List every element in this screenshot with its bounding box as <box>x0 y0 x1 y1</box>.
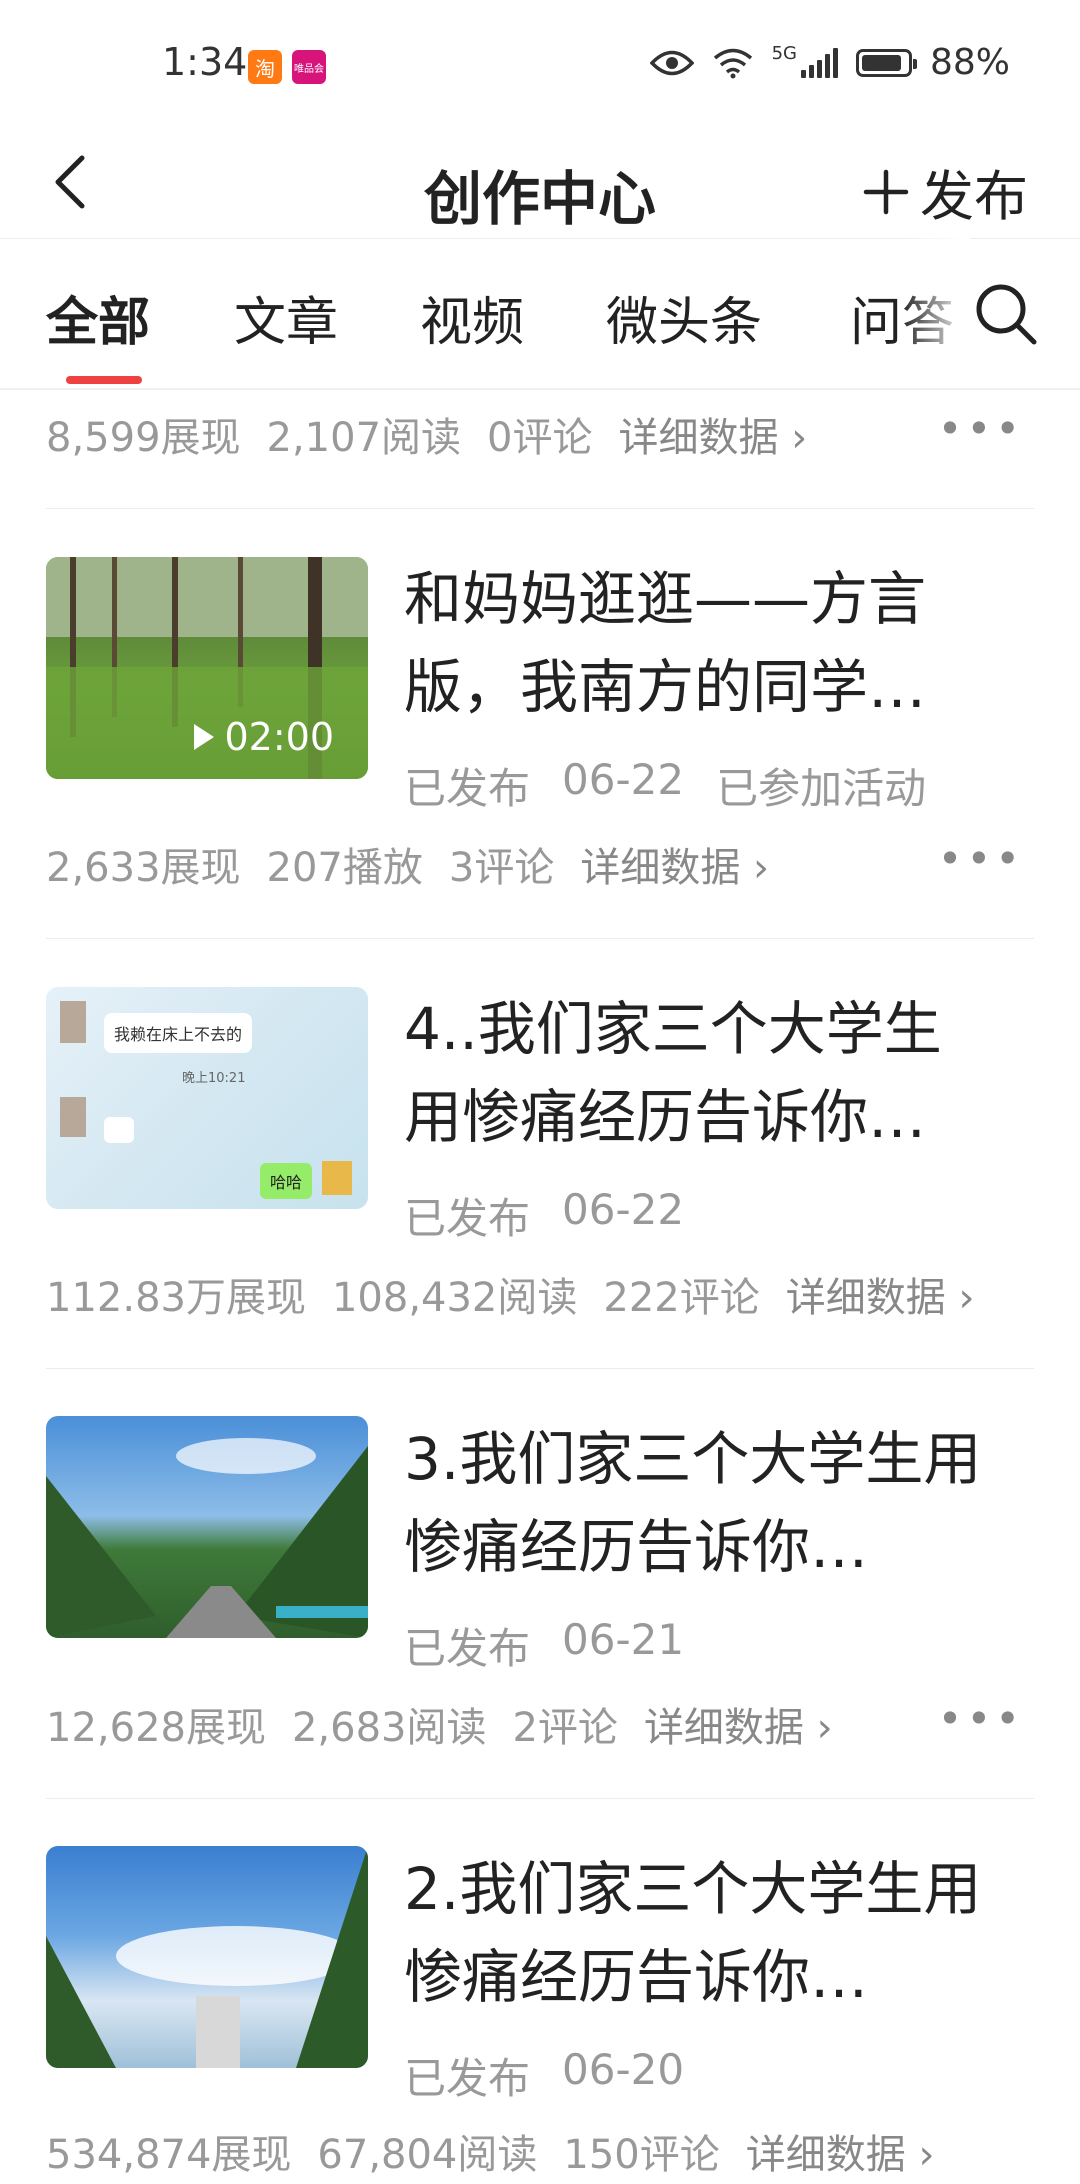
publish-date: 06-21 <box>562 1615 685 1664</box>
reads: 2,683阅读 <box>291 1705 487 1751</box>
detail-data-link[interactable]: 详细数据 › <box>746 2122 935 2180</box>
item-title[interactable]: 4..我们家三个大学生 用惨痛经历告诉你… <box>404 985 1044 1161</box>
chat-reply: 哈哈 <box>260 1163 313 1199</box>
item-stats: 2,633展现 207播放 3评论 详细数据 › <box>46 835 769 893</box>
emoji-bubble <box>104 1117 134 1143</box>
divider <box>46 938 1034 939</box>
eye-icon <box>649 50 694 75</box>
divider <box>46 1368 1034 1369</box>
sky-image <box>46 1846 368 2068</box>
article-thumbnail[interactable] <box>46 1846 368 2068</box>
vip-badge-icon: 唯品会 <box>292 50 326 84</box>
more-icon[interactable]: ••• <box>938 404 1024 453</box>
avatar <box>322 1161 352 1195</box>
chat-time: 晚上10:21 <box>182 1071 246 1086</box>
comments: 150评论 <box>563 2132 720 2178</box>
publish-date: 06-20 <box>562 2045 685 2094</box>
comments: 0评论 <box>487 415 593 461</box>
item-meta: 已发布 06-22 已参加活动 <box>404 755 926 816</box>
publish-status: 已发布 <box>404 764 531 813</box>
chat-bubble: 我赖在床上不去的 <box>104 1013 253 1053</box>
reads: 67,804阅读 <box>317 2132 538 2178</box>
status-bar: 1:34 淘 唯品会 5G 88% <box>0 0 1080 130</box>
chevron-right-icon: › <box>791 415 808 461</box>
impressions: 2,633展现 <box>46 845 241 891</box>
item-stats: 112.83万展现 108,432阅读 222评论 详细数据 › <box>46 1265 974 1323</box>
avatar <box>60 1001 86 1043</box>
activity-tag: 已参加活动 <box>716 764 927 813</box>
chevron-right-icon: › <box>816 1705 833 1751</box>
item-title[interactable]: 和妈妈逛逛——方言 版，我南方的同学… <box>404 555 1044 731</box>
more-icon[interactable]: ••• <box>938 834 1024 883</box>
comments: 2评论 <box>512 1705 618 1751</box>
item-stats: 12,628展现 2,683阅读 2评论 详细数据 › <box>46 1695 833 1753</box>
publish-date: 06-22 <box>562 755 685 804</box>
detail-data-link[interactable]: 详细数据 › <box>786 1265 975 1323</box>
impressions: 534,874展现 <box>46 2132 292 2178</box>
avatar <box>60 1097 86 1137</box>
chevron-right-icon: › <box>918 2132 935 2178</box>
publish-button[interactable]: 发布 <box>862 152 1028 231</box>
impressions: 12,628展现 <box>46 1705 266 1751</box>
publish-status: 已发布 <box>404 1194 531 1243</box>
tab-articles[interactable]: 文章 <box>234 280 338 355</box>
item-stats: 534,874展现 67,804阅读 150评论 详细数据 › <box>46 2122 934 2180</box>
reads: 108,432阅读 <box>331 1275 578 1321</box>
tab-active-indicator <box>66 376 142 384</box>
impressions: 112.83万展现 <box>46 1275 306 1321</box>
item-meta: 已发布 06-22 <box>404 1185 684 1246</box>
divider <box>46 508 1034 509</box>
battery-percent: 88% <box>929 42 1010 83</box>
detail-data-link[interactable]: 详细数据 › <box>580 835 769 893</box>
comments: 222评论 <box>603 1275 760 1321</box>
item-stats: 8,599展现 2,107阅读 0评论 详细数据 › <box>46 405 807 463</box>
item-title[interactable]: 2.我们家三个大学生用 惨痛经历告诉你… <box>404 1845 1044 2021</box>
wifi-icon <box>713 48 752 78</box>
item-meta: 已发布 06-20 <box>404 2045 684 2106</box>
item-title[interactable]: 3.我们家三个大学生用 惨痛经历告诉你… <box>404 1415 1044 1591</box>
detail-data-link[interactable]: 详细数据 › <box>644 1695 833 1753</box>
video-thumbnail[interactable]: 02:00 <box>46 557 368 779</box>
tab-micro-headlines[interactable]: 微头条 <box>606 280 762 355</box>
reads: 2,107阅读 <box>266 415 462 461</box>
tab-all[interactable]: 全部 <box>46 280 150 355</box>
search-icon[interactable] <box>970 278 1040 348</box>
battery-icon <box>855 48 917 77</box>
network-label: 5G <box>771 43 797 64</box>
publish-date: 06-22 <box>562 1185 685 1234</box>
status-time: 1:34 <box>162 40 248 84</box>
comments: 3评论 <box>448 845 555 891</box>
header: 创作中心 发布 <box>0 130 1080 239</box>
divider <box>46 1798 1034 1799</box>
article-thumbnail[interactable]: 我赖在床上不去的 晚上10:21 哈哈 <box>46 987 368 1209</box>
detail-data-link[interactable]: 详细数据 › <box>618 405 807 463</box>
signal-icon <box>800 47 838 78</box>
publish-status: 已发布 <box>404 1624 531 1673</box>
video-duration: 02:00 <box>194 715 334 759</box>
article-thumbnail[interactable] <box>46 1416 368 1638</box>
tab-bar: 全部 文章 视频 微头条 问答 <box>0 238 1080 390</box>
status-indicators: 5G 88% <box>649 42 1010 83</box>
taobao-badge-icon: 淘 <box>248 50 282 84</box>
publish-status: 已发布 <box>404 2054 531 2103</box>
chevron-right-icon: › <box>958 1275 975 1321</box>
tab-fade <box>900 238 970 388</box>
publish-label: 发布 <box>920 165 1028 228</box>
tab-videos[interactable]: 视频 <box>420 280 524 355</box>
plus-icon <box>863 169 909 214</box>
item-meta: 已发布 06-21 <box>404 1615 684 1676</box>
road-image <box>46 1438 368 1638</box>
play-icon <box>194 724 215 750</box>
chevron-right-icon: › <box>753 845 770 891</box>
plays: 207播放 <box>266 845 423 891</box>
more-icon[interactable]: ••• <box>938 1694 1024 1743</box>
impressions: 8,599展现 <box>46 415 241 461</box>
battery-level <box>861 54 901 71</box>
